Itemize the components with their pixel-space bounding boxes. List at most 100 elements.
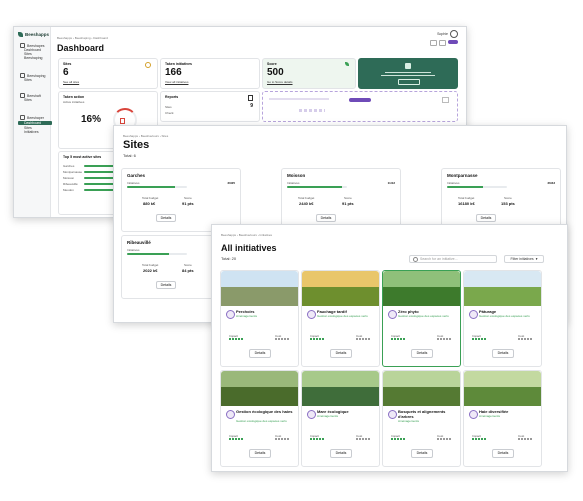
cost-rating: [437, 438, 451, 440]
header-actions: [430, 40, 458, 46]
nav-sites-2[interactable]: Sites: [24, 78, 32, 82]
initiative-category: Gestion écologique des espaces verts: [479, 314, 530, 318]
initiative-card[interactable]: Bosquets et alignements d'arbres Aménage…: [382, 370, 461, 467]
total-count: Total: 6: [123, 153, 136, 158]
initiative-type-icon: [307, 410, 316, 419]
impact-rating: [472, 338, 486, 340]
nav-dashboard-active[interactable]: Dashboard: [18, 121, 52, 125]
sites-stat-card: Sites 6 See all sites: [58, 58, 158, 89]
site-card: Garches Initiatives 20/25 Total budget 8…: [121, 168, 241, 232]
details-button[interactable]: Details: [411, 449, 433, 458]
book-icon: [405, 63, 411, 69]
filter-dropdown[interactable]: Filter initiatives ▾: [504, 255, 544, 263]
avatar[interactable]: [450, 30, 458, 38]
initiative-card[interactable]: Fauchage tardif Gestion écologique des e…: [301, 270, 380, 367]
score-details-link[interactable]: Go to Score details: [267, 80, 293, 84]
initiative-photo: [221, 371, 298, 406]
trash-icon[interactable]: [248, 95, 253, 101]
details-button[interactable]: Details: [249, 449, 271, 458]
initiative-photo: [302, 371, 379, 406]
impact-rating: [310, 438, 324, 440]
promo-text-2: [381, 75, 435, 76]
score-stat-card: Score 500 Go to Score details: [262, 58, 356, 89]
details-button[interactable]: Details: [411, 349, 433, 358]
initiative-card[interactable]: Gestion écologique des haies Gestion éco…: [220, 370, 299, 467]
initiative-category: Aménagements: [398, 419, 420, 423]
cost-rating: [518, 338, 532, 340]
details-button[interactable]: Details: [316, 214, 336, 222]
toggle-button[interactable]: [430, 40, 437, 46]
initiative-type-icon: [388, 410, 397, 419]
nav-initiatives[interactable]: Initiatives: [24, 130, 39, 134]
page-title: All initiatives: [221, 243, 277, 253]
initiative-card[interactable]: Haie diversifiée Aménagements Impact Cos…: [463, 370, 542, 467]
promo-text-1: [385, 72, 431, 73]
initiative-type-icon: [226, 410, 235, 419]
details-button[interactable]: Details: [492, 449, 514, 458]
location-icon: [145, 62, 151, 68]
impact-rating: [229, 438, 243, 440]
sites-value: 6: [63, 67, 69, 78]
nav-beeshaper[interactable]: Beeshaper: [20, 115, 44, 120]
initiative-category: Aménagements: [317, 414, 339, 418]
cost-rating: [518, 438, 532, 440]
initiative-card[interactable]: Zéro phyto Gestion écologique des espace…: [382, 270, 461, 367]
details-button[interactable]: Details: [330, 449, 352, 458]
initiative-name: Bosquets et alignements d'arbres: [398, 409, 446, 419]
initiative-photo: [383, 271, 460, 306]
initiatives-progress: [127, 253, 187, 255]
reports-card: Reports Sites 9 Check: [160, 91, 260, 122]
breadcrumb: Beeshapps › Beeshaping › Dashboard: [57, 36, 108, 40]
impact-rating: [391, 338, 405, 340]
initiative-card[interactable]: Mare écologique Aménagements Impact Cost…: [301, 370, 380, 467]
delete-icon[interactable]: [120, 118, 125, 124]
initiatives-progress: [287, 186, 347, 188]
promo-button[interactable]: [398, 79, 420, 85]
app-logo: Beeshapps: [18, 32, 49, 37]
nav-sites-3[interactable]: Sites: [24, 98, 32, 102]
initiative-card[interactable]: Perchoirs Aménagements Impact Cost Detai…: [220, 270, 299, 367]
initiative-card[interactable]: Pâturage Gestion écologique des espaces …: [463, 270, 542, 367]
cost-rating: [275, 438, 289, 440]
empty-state-card: [262, 91, 458, 122]
filter-button[interactable]: [439, 40, 446, 46]
see-all-sites-link[interactable]: See all sites: [63, 80, 79, 84]
details-button[interactable]: Details: [249, 349, 271, 358]
total-count: Total: 20: [221, 256, 237, 261]
details-button[interactable]: Details: [156, 214, 176, 222]
cost-rating: [356, 338, 370, 340]
details-button[interactable]: Details: [492, 349, 514, 358]
breadcrumb: Beeshapps › Beeshaviours › Sites: [123, 134, 169, 138]
initiative-category: Gestion écologique des espaces verts: [398, 314, 449, 318]
initiative-photo: [383, 371, 460, 406]
search-field[interactable]: Search for an initiative...: [409, 255, 497, 263]
decor-dots: [299, 109, 325, 112]
details-button[interactable]: Details: [476, 214, 496, 222]
initiatives-value: 166: [165, 67, 182, 78]
initiatives-progress: [447, 186, 507, 188]
impact-rating: [472, 438, 486, 440]
view-all-initiatives-link[interactable]: View all initiatives: [165, 80, 188, 84]
initiatives-stat-card: Taken initiatives 166 View all initiativ…: [160, 58, 260, 89]
page-title: Sites: [123, 139, 150, 151]
primary-action-button[interactable]: [448, 40, 458, 44]
reports-value: 9: [250, 103, 253, 109]
leaf-icon: [345, 62, 349, 66]
nav-beeshaping[interactable]: Beeshaping: [24, 56, 43, 60]
cta-button[interactable]: [349, 98, 371, 102]
initiative-name: Gestion écologique des haies: [236, 409, 293, 414]
chevron-down-icon: ▾: [535, 257, 538, 261]
initiative-type-icon: [307, 310, 316, 319]
promo-card: [358, 58, 458, 89]
user-menu[interactable]: Sophie: [437, 30, 458, 38]
initiative-type-icon: [469, 310, 478, 319]
initiative-category: Gestion écologique des espaces verts: [236, 419, 287, 423]
initiative-type-icon: [388, 310, 397, 319]
folder-icon: [20, 115, 25, 120]
details-button[interactable]: Details: [330, 349, 352, 358]
site-card: Montparnasse Initiatives 26/43 Total bud…: [441, 168, 561, 232]
details-button[interactable]: Details: [156, 281, 176, 289]
placeholder-text: [269, 98, 329, 100]
initiative-photo: [302, 271, 379, 306]
page-title: Dashboard: [57, 43, 105, 53]
